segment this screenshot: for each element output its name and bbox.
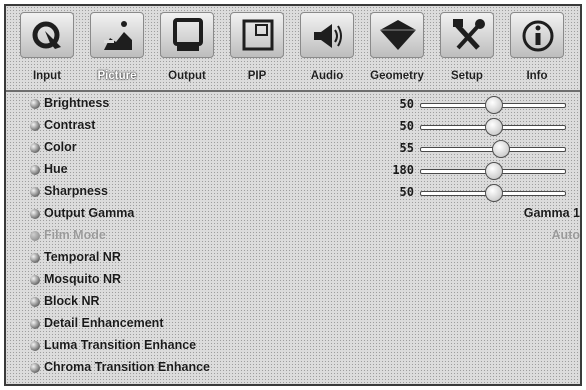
menu-item-film-mode: Film Mode Auto <box>6 226 580 248</box>
menu-item-color[interactable]: Color 55 <box>6 138 580 160</box>
bullet-icon <box>30 363 40 373</box>
tab-geometry[interactable]: Geometry <box>362 12 432 88</box>
bullet-icon <box>30 253 40 263</box>
sharpness-slider[interactable] <box>420 184 566 202</box>
bullet-icon <box>30 187 40 197</box>
menu-item-label: Chroma Transition Enhance <box>44 360 211 374</box>
setting-value: 55 <box>399 141 414 155</box>
bullet-icon <box>30 231 40 241</box>
menu-item-label: Contrast <box>44 118 96 132</box>
menu-item-label: Temporal NR <box>44 250 121 264</box>
bullet-icon <box>30 165 40 175</box>
bullet-icon <box>30 209 40 219</box>
menu-item-luma-transition-enhance[interactable]: Luma Transition Enhance <box>6 336 580 358</box>
tab-audio[interactable]: Audio <box>292 12 362 88</box>
setup-icon <box>440 12 494 58</box>
bullet-icon <box>30 275 40 285</box>
hue-slider[interactable] <box>420 162 566 180</box>
setting-value: 180 <box>392 163 414 177</box>
tab-output[interactable]: Output <box>152 12 222 88</box>
bullet-icon <box>30 121 40 131</box>
slider-thumb[interactable] <box>485 118 503 136</box>
bullet-icon <box>30 297 40 307</box>
menu-item-label: Block NR <box>44 294 100 308</box>
color-slider[interactable] <box>420 140 566 158</box>
contrast-slider[interactable] <box>420 118 566 136</box>
menu-item-mosquito-nr[interactable]: Mosquito NR <box>6 270 580 292</box>
tab-bar: Input Picture Output PIP Audio Geometry … <box>6 6 580 92</box>
slider-thumb[interactable] <box>485 162 503 180</box>
menu-item-sharpness[interactable]: Sharpness 50 <box>6 182 580 204</box>
tab-pip[interactable]: PIP <box>222 12 292 88</box>
bullet-icon <box>30 143 40 153</box>
slider-thumb[interactable] <box>485 96 503 114</box>
bullet-icon <box>30 341 40 351</box>
menu-item-detail-enhancement[interactable]: Detail Enhancement <box>6 314 580 336</box>
audio-icon <box>300 12 354 58</box>
info-icon <box>510 12 564 58</box>
input-icon <box>20 12 74 58</box>
setting-value: 50 <box>399 119 414 133</box>
pip-icon <box>230 12 284 58</box>
setting-value: 50 <box>399 97 414 111</box>
menu-item-output-gamma[interactable]: Output Gamma Gamma 1 <box>6 204 580 226</box>
setting-value: Gamma 1 <box>523 206 580 220</box>
menu-item-chroma-transition-enhance[interactable]: Chroma Transition Enhance <box>6 358 580 380</box>
menu-item-label: Sharpness <box>44 184 108 198</box>
brightness-slider[interactable] <box>420 96 566 114</box>
tab-setup[interactable]: Setup <box>432 12 502 88</box>
menu-item-label: Color <box>44 140 77 154</box>
menu-item-label: Mosquito NR <box>44 272 122 286</box>
menu-item-block-nr[interactable]: Block NR <box>6 292 580 314</box>
menu-item-contrast[interactable]: Contrast 50 <box>6 116 580 138</box>
menu-item-label: Output Gamma <box>44 206 135 220</box>
tab-input[interactable]: Input <box>12 12 82 88</box>
menu-item-hue[interactable]: Hue 180 <box>6 160 580 182</box>
menu-item-label: Hue <box>44 162 68 176</box>
setting-value: Auto <box>551 228 580 242</box>
output-icon <box>160 12 214 58</box>
menu-item-label: Luma Transition Enhance <box>44 338 197 352</box>
geometry-icon <box>370 12 424 58</box>
bullet-icon <box>30 99 40 109</box>
tab-info[interactable]: Info <box>502 12 572 88</box>
menu-item-label: Brightness <box>44 96 110 110</box>
menu-item-label: Film Mode <box>44 228 106 242</box>
slider-thumb[interactable] <box>492 140 511 158</box>
tab-picture[interactable]: Picture <box>82 12 152 88</box>
menu-item-brightness[interactable]: Brightness 50 <box>6 94 580 116</box>
bullet-icon <box>30 319 40 329</box>
picture-icon <box>90 12 144 58</box>
menu-item-label: Detail Enhancement <box>44 316 164 330</box>
setting-value: 50 <box>399 185 414 199</box>
slider-thumb[interactable] <box>485 184 503 202</box>
osd-menu-panel: Input Picture Output PIP Audio Geometry … <box>4 4 582 386</box>
menu-item-temporal-nr[interactable]: Temporal NR <box>6 248 580 270</box>
tab-label: Info <box>526 70 548 82</box>
